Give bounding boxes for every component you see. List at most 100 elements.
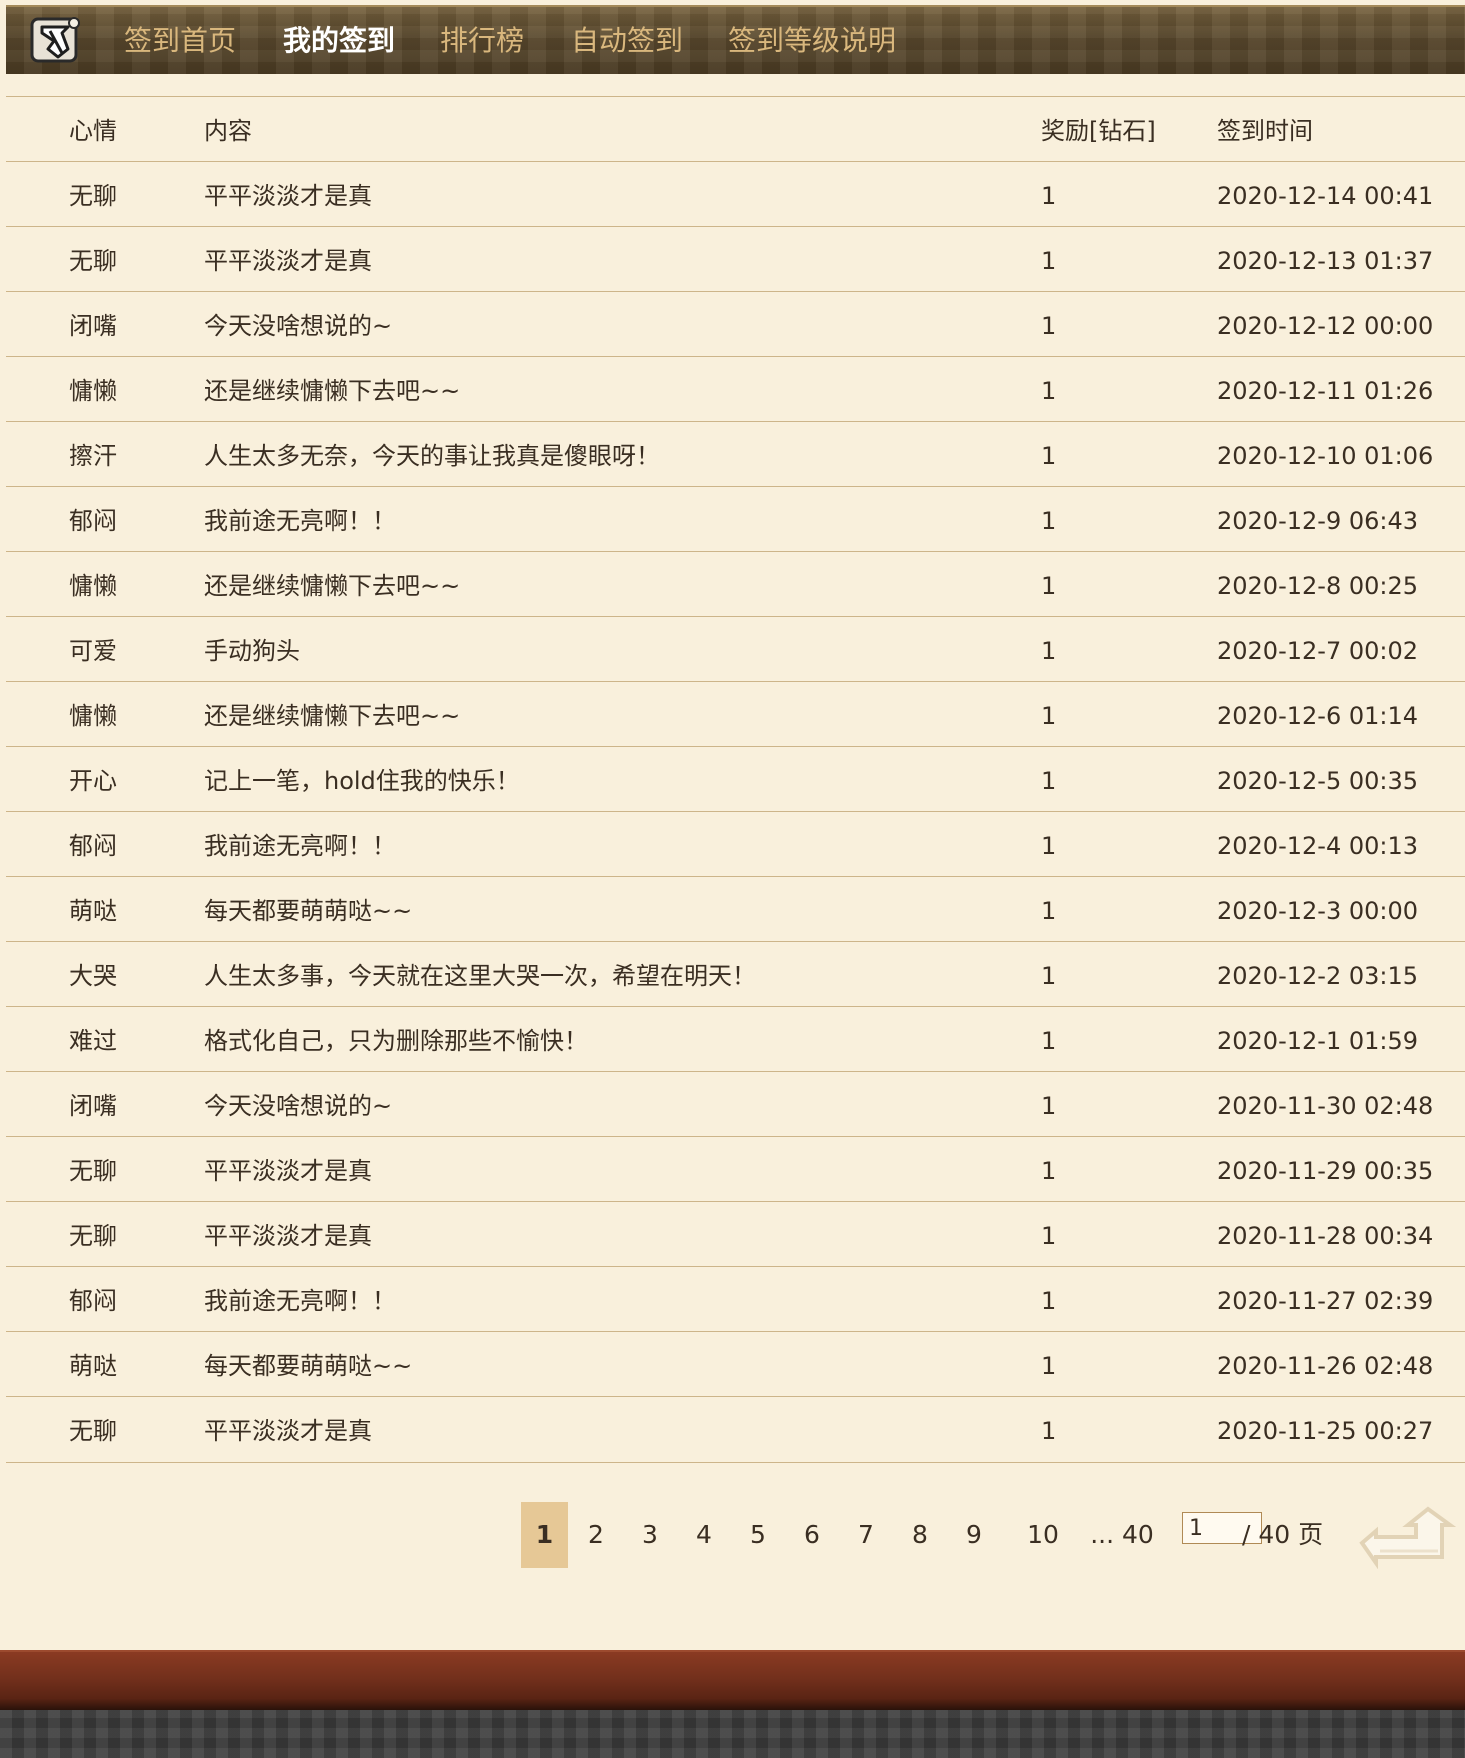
nav-item-leaderboard[interactable]: 排行榜	[440, 5, 524, 74]
cell-time: 2020-12-7 00:02	[1217, 637, 1418, 665]
cell-time: 2020-11-27 02:39	[1217, 1287, 1434, 1315]
cell-content: 平平淡淡才是真	[204, 1222, 372, 1250]
cell-mood: 闭嘴	[69, 312, 117, 340]
cell-time: 2020-12-5 00:35	[1217, 767, 1418, 795]
cell-mood: 闭嘴	[69, 1092, 117, 1120]
cell-time: 2020-12-12 00:00	[1217, 312, 1434, 340]
cell-mood: 可爱	[69, 637, 117, 665]
top-nav-bar: 签到首页 我的签到 排行榜 自动签到 签到等级说明	[6, 5, 1465, 74]
cell-content: 今天没啥想说的~	[204, 312, 393, 340]
page-link[interactable]: 9	[954, 1502, 994, 1568]
cell-content: 我前途无亮啊！！	[204, 832, 396, 860]
cell-content: 平平淡淡才是真	[204, 182, 372, 210]
cell-reward: 1	[1041, 1352, 1057, 1380]
column-header-reward: 奖励[钻石]	[1041, 117, 1156, 145]
table-row: 闭嘴 今天没啥想说的~ 1 2020-11-30 02:48	[6, 1071, 1465, 1136]
table-row: 郁闷 我前途无亮啊！！ 1 2020-12-4 00:13	[6, 811, 1465, 876]
cell-time: 2020-12-11 01:26	[1217, 377, 1434, 405]
cell-reward: 1	[1041, 1092, 1057, 1120]
cell-mood: 萌哒	[69, 1352, 117, 1380]
cell-content: 手动狗头	[204, 637, 300, 665]
cell-content: 还是继续慵懒下去吧~~	[204, 572, 461, 600]
page-total-label: / 40 页	[1242, 1520, 1324, 1549]
cell-content: 平平淡淡才是真	[204, 247, 372, 275]
table-row: 无聊 平平淡淡才是真 1 2020-12-14 00:41	[6, 161, 1465, 226]
page-link[interactable]: 7	[846, 1502, 886, 1568]
cell-reward: 1	[1041, 442, 1057, 470]
page-link[interactable]: 6	[792, 1502, 832, 1568]
table-row: 慵懒 还是继续慵懒下去吧~~ 1 2020-12-11 01:26	[6, 356, 1465, 421]
cell-mood: 无聊	[69, 1157, 117, 1185]
cell-mood: 郁闷	[69, 832, 117, 860]
site-logo-icon[interactable]	[28, 13, 84, 67]
table-row: 郁闷 我前途无亮啊！！ 1 2020-11-27 02:39	[6, 1266, 1465, 1331]
cell-content: 平平淡淡才是真	[204, 1157, 372, 1185]
cell-reward: 1	[1041, 702, 1057, 730]
cell-reward: 1	[1041, 767, 1057, 795]
table-row: 闭嘴 今天没啥想说的~ 1 2020-12-12 00:00	[6, 291, 1465, 356]
cell-reward: 1	[1041, 1222, 1057, 1250]
cell-mood: 难过	[69, 1027, 117, 1055]
column-header-time: 签到时间	[1217, 117, 1313, 145]
page-link[interactable]: 10	[1018, 1502, 1068, 1568]
page-link[interactable]: 2	[576, 1502, 616, 1568]
cell-mood: 郁闷	[69, 1287, 117, 1315]
cell-time: 2020-11-25 00:27	[1217, 1417, 1434, 1445]
cell-content: 人生太多事，今天就在这里大哭一次，希望在明天！	[204, 962, 756, 990]
table-row: 大哭 人生太多事，今天就在这里大哭一次，希望在明天！ 1 2020-12-2 03:1…	[6, 941, 1465, 1006]
cell-mood: 无聊	[69, 1222, 117, 1250]
page-link[interactable]: 5	[738, 1502, 778, 1568]
table-row: 无聊 平平淡淡才是真 1 2020-11-28 00:34	[6, 1201, 1465, 1266]
cell-content: 记上一笔，hold住我的快乐！	[204, 767, 520, 795]
cell-time: 2020-11-28 00:34	[1217, 1222, 1434, 1250]
table-row: 无聊 平平淡淡才是真 1 2020-11-25 00:27	[6, 1396, 1465, 1463]
cell-time: 2020-12-6 01:14	[1217, 702, 1418, 730]
cell-time: 2020-11-26 02:48	[1217, 1352, 1434, 1380]
cell-time: 2020-12-14 00:41	[1217, 182, 1434, 210]
page-link[interactable]: 3	[630, 1502, 670, 1568]
go-arrow-icon[interactable]	[1350, 1505, 1458, 1569]
cell-mood: 无聊	[69, 247, 117, 275]
cell-mood: 擦汗	[69, 442, 117, 470]
cell-time: 2020-12-4 00:13	[1217, 832, 1418, 860]
cell-reward: 1	[1041, 312, 1057, 340]
page-link[interactable]: ... 40	[1086, 1502, 1158, 1568]
table-row: 慵懒 还是继续慵懒下去吧~~ 1 2020-12-8 00:25	[6, 551, 1465, 616]
table-row: 擦汗 人生太多无奈，今天的事让我真是傻眼呀！ 1 2020-12-10 01:06	[6, 421, 1465, 486]
cell-content: 格式化自己，只为删除那些不愉快！	[204, 1027, 588, 1055]
column-header-mood: 心情	[69, 117, 117, 145]
cell-content: 每天都要萌萌哒~~	[204, 1352, 413, 1380]
cell-content: 还是继续慵懒下去吧~~	[204, 377, 461, 405]
cell-mood: 慵懒	[69, 702, 117, 730]
cell-mood: 慵懒	[69, 572, 117, 600]
table-row: 无聊 平平淡淡才是真 1 2020-12-13 01:37	[6, 226, 1465, 291]
nav-item-auto-checkin[interactable]: 自动签到	[571, 5, 683, 74]
cell-time: 2020-12-13 01:37	[1217, 247, 1434, 275]
cell-time: 2020-11-29 00:35	[1217, 1157, 1434, 1185]
cell-time: 2020-12-2 03:15	[1217, 962, 1418, 990]
cell-time: 2020-11-30 02:48	[1217, 1092, 1434, 1120]
page-link[interactable]: 8	[900, 1502, 940, 1568]
cell-content: 我前途无亮啊！！	[204, 507, 396, 535]
column-header-content: 内容	[204, 117, 252, 145]
table-row: 无聊 平平淡淡才是真 1 2020-11-29 00:35	[6, 1136, 1465, 1201]
cell-time: 2020-12-1 01:59	[1217, 1027, 1418, 1055]
cell-reward: 1	[1041, 377, 1057, 405]
page-link[interactable]: 1	[521, 1502, 568, 1568]
page-link[interactable]: 4	[684, 1502, 724, 1568]
table-row: 难过 格式化自己，只为删除那些不愉快！ 1 2020-12-1 01:59	[6, 1006, 1465, 1071]
cell-reward: 1	[1041, 897, 1057, 925]
cell-reward: 1	[1041, 637, 1057, 665]
cell-content: 每天都要萌萌哒~~	[204, 897, 413, 925]
cell-reward: 1	[1041, 1027, 1057, 1055]
cell-content: 平平淡淡才是真	[204, 1417, 372, 1445]
cell-reward: 1	[1041, 962, 1057, 990]
nav-item-level-info[interactable]: 签到等级说明	[728, 5, 896, 74]
nav-item-my-checkin[interactable]: 我的签到	[283, 5, 395, 74]
cell-reward: 1	[1041, 1157, 1057, 1185]
nav-item-home[interactable]: 签到首页	[124, 5, 236, 74]
table-row: 萌哒 每天都要萌萌哒~~ 1 2020-11-26 02:48	[6, 1331, 1465, 1396]
cell-reward: 1	[1041, 507, 1057, 535]
cell-time: 2020-12-9 06:43	[1217, 507, 1418, 535]
cell-time: 2020-12-3 00:00	[1217, 897, 1418, 925]
